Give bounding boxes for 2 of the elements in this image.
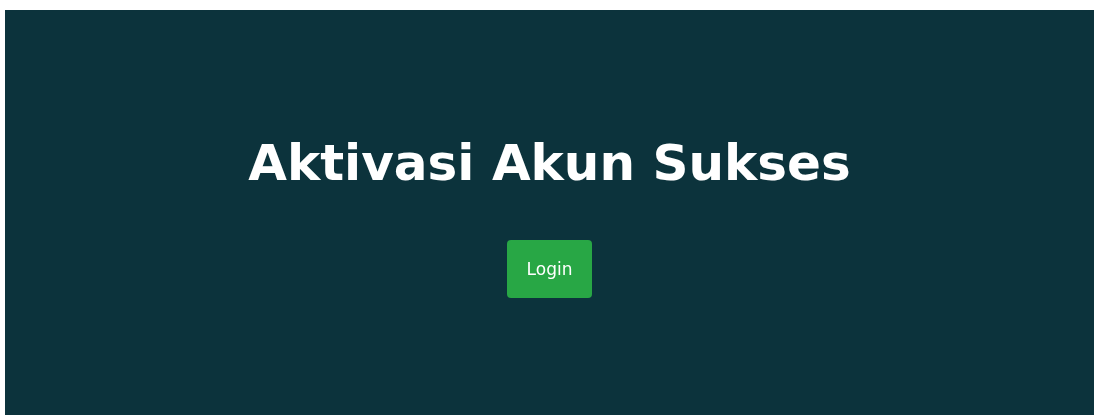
login-button[interactable]: Login [506, 240, 593, 298]
page-heading: Aktivasi Akun Sukses [248, 133, 851, 194]
